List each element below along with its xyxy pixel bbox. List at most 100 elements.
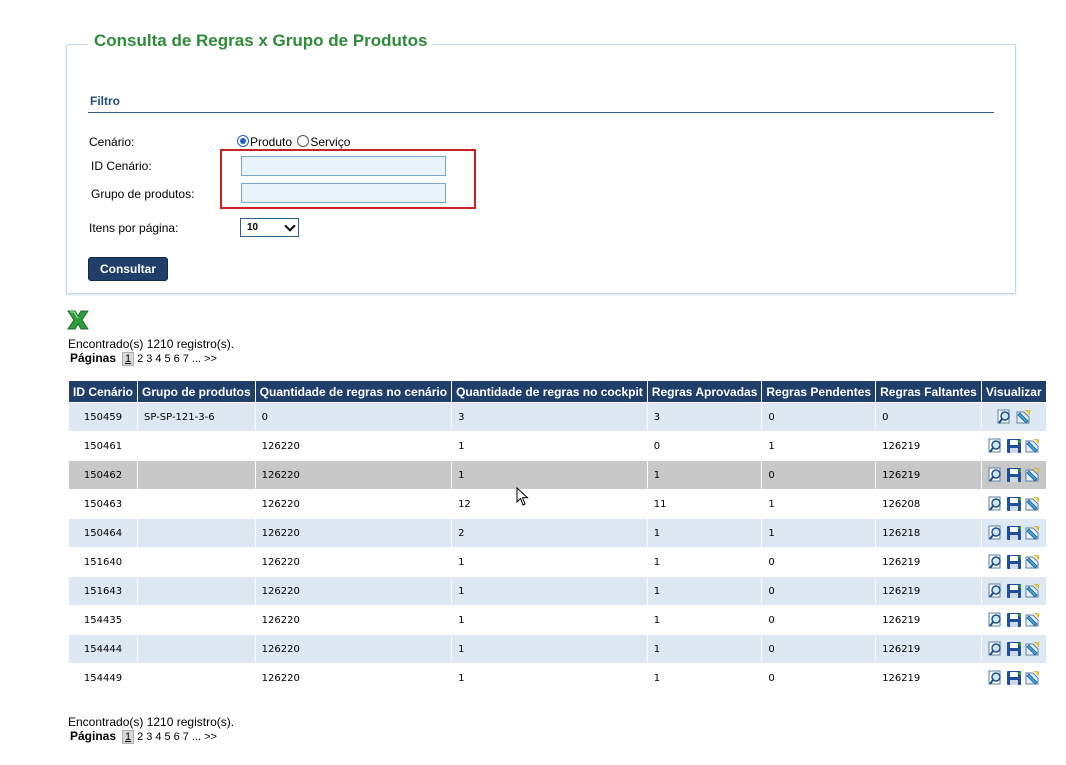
cell-id-cenario: 150459 xyxy=(67,402,139,432)
save-icon[interactable] xyxy=(1006,496,1022,512)
cell-faltantes: 126219 xyxy=(875,576,982,606)
results-count-top: Encontrado(s) 1210 registro(s). xyxy=(68,337,235,351)
cell-visualizar xyxy=(980,402,1047,432)
cell-qtd-cockpit: 3 xyxy=(451,402,648,432)
cell-id-cenario: 150463 xyxy=(67,489,139,519)
cell-grupo-produtos xyxy=(137,605,256,635)
table-row[interactable]: 154444 126220 1 1 0 126219 xyxy=(67,634,1047,664)
cell-faltantes: 126219 xyxy=(875,547,982,577)
edit-icon[interactable] xyxy=(1024,496,1040,512)
radio-produto-label[interactable]: Produto xyxy=(250,135,292,149)
save-icon[interactable] xyxy=(1006,641,1022,657)
cell-pendentes: 0 xyxy=(761,547,877,577)
page-link[interactable]: 7 xyxy=(183,353,189,365)
next-pages-link[interactable]: ... >> xyxy=(192,731,217,743)
filter-divider xyxy=(88,112,994,113)
pages-label: Páginas xyxy=(70,729,117,743)
cell-qtd-cenario: 126220 xyxy=(254,489,453,519)
magnifier-icon[interactable] xyxy=(988,525,1004,541)
page-link[interactable]: 6 xyxy=(174,353,180,365)
table-row[interactable]: 154449 126220 1 1 0 126219 xyxy=(67,663,1047,693)
cell-qtd-cockpit: 1 xyxy=(451,605,648,635)
next-pages-link[interactable]: ... >> xyxy=(192,353,217,365)
table-row[interactable]: 151643 126220 1 1 0 126219 xyxy=(67,576,1047,606)
save-icon[interactable] xyxy=(1006,554,1022,570)
edit-icon[interactable] xyxy=(1024,670,1040,686)
table-row[interactable]: 151640 126220 1 1 0 126219 xyxy=(67,547,1047,577)
highlight-box xyxy=(220,149,476,209)
table-row[interactable]: 150461 126220 1 0 1 126219 xyxy=(67,431,1047,461)
edit-icon[interactable] xyxy=(1024,612,1040,628)
page-link[interactable]: 6 xyxy=(174,731,180,743)
grupo-produtos-label: Grupo de produtos: xyxy=(91,187,195,201)
table-row[interactable]: 150464 126220 2 1 1 126218 xyxy=(67,518,1047,548)
pages-label: Páginas xyxy=(70,351,117,365)
radio-produto[interactable] xyxy=(237,135,249,147)
cell-aprovadas: 1 xyxy=(646,547,763,577)
cell-faltantes: 126219 xyxy=(875,605,982,635)
save-icon[interactable] xyxy=(1006,525,1022,541)
cell-faltantes: 126208 xyxy=(875,489,982,519)
cell-faltantes: 0 xyxy=(875,402,982,432)
table-row[interactable]: 150462 126220 1 1 0 126219 xyxy=(67,460,1047,490)
col-regras-faltantes: Regras Faltantes xyxy=(875,380,982,403)
table-row[interactable]: 150463 126220 12 11 1 126208 xyxy=(67,489,1047,519)
cell-id-cenario: 150461 xyxy=(67,431,139,461)
col-qtd-regras-cockpit: Quantidade de regras no cockpit xyxy=(451,380,648,403)
col-regras-aprovadas: Regras Aprovadas xyxy=(646,380,763,403)
cell-qtd-cenario: 126220 xyxy=(254,634,453,664)
consultar-button[interactable]: Consultar xyxy=(88,257,168,281)
save-icon[interactable] xyxy=(1006,670,1022,686)
save-icon[interactable] xyxy=(1006,467,1022,483)
cell-pendentes: 0 xyxy=(761,663,877,693)
magnifier-icon[interactable] xyxy=(988,583,1004,599)
edit-icon[interactable] xyxy=(1015,409,1031,425)
itens-por-pagina-select[interactable]: 10 xyxy=(240,218,299,237)
excel-icon[interactable] xyxy=(66,309,90,331)
page-link[interactable]: 2 xyxy=(137,731,143,743)
radio-servico[interactable] xyxy=(297,135,310,147)
magnifier-icon[interactable] xyxy=(988,438,1004,454)
page-link[interactable]: 3 xyxy=(146,353,152,365)
cell-pendentes: 0 xyxy=(761,460,877,490)
cell-visualizar xyxy=(980,431,1047,461)
magnifier-icon[interactable] xyxy=(988,670,1004,686)
save-icon[interactable] xyxy=(1006,583,1022,599)
cell-visualizar xyxy=(980,605,1047,635)
page-link[interactable]: 5 xyxy=(165,731,171,743)
save-icon[interactable] xyxy=(1006,438,1022,454)
page-link[interactable]: 4 xyxy=(155,731,161,743)
page-link[interactable]: 5 xyxy=(165,353,171,365)
edit-icon[interactable] xyxy=(1024,438,1040,454)
cell-qtd-cenario: 126220 xyxy=(254,576,453,606)
magnifier-icon[interactable] xyxy=(988,554,1004,570)
cell-qtd-cenario: 126220 xyxy=(254,605,453,635)
page-link[interactable]: 3 xyxy=(146,731,152,743)
page-link[interactable]: 7 xyxy=(183,731,189,743)
magnifier-icon[interactable] xyxy=(988,496,1004,512)
page-link[interactable]: 2 xyxy=(137,353,143,365)
page-link[interactable]: 4 xyxy=(155,353,161,365)
edit-icon[interactable] xyxy=(1024,467,1040,483)
cell-qtd-cockpit: 1 xyxy=(451,634,648,664)
page-link[interactable]: 1 xyxy=(122,352,135,366)
table-row[interactable]: 150459 SP-SP-121-3-6 0 3 3 0 0 xyxy=(67,402,1047,432)
edit-icon[interactable] xyxy=(1024,641,1040,657)
cell-aprovadas: 1 xyxy=(646,460,763,490)
magnifier-icon[interactable] xyxy=(988,612,1004,628)
save-icon[interactable] xyxy=(1006,612,1022,628)
cell-id-cenario: 150464 xyxy=(67,518,139,548)
edit-icon[interactable] xyxy=(1024,554,1040,570)
edit-icon[interactable] xyxy=(1024,583,1040,599)
page-link[interactable]: 1 xyxy=(122,730,135,744)
magnifier-icon[interactable] xyxy=(988,467,1004,483)
cell-qtd-cenario: 0 xyxy=(254,402,453,432)
cell-qtd-cockpit: 1 xyxy=(451,431,648,461)
cell-visualizar xyxy=(980,489,1047,519)
magnifier-icon[interactable] xyxy=(997,409,1013,425)
table-row[interactable]: 154435 126220 1 1 0 126219 xyxy=(67,605,1047,635)
magnifier-icon[interactable] xyxy=(988,641,1004,657)
radio-servico-label[interactable]: Serviço xyxy=(310,135,350,149)
cell-visualizar xyxy=(980,576,1047,606)
edit-icon[interactable] xyxy=(1024,525,1040,541)
